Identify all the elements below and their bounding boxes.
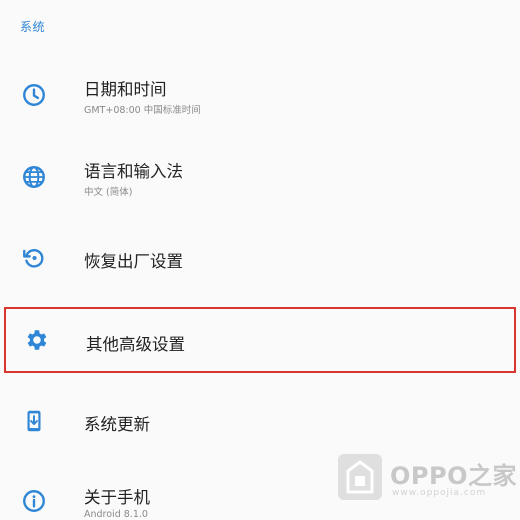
restore-icon	[21, 245, 47, 271]
watermark: OPPO之家 www.oppojia.com	[338, 454, 516, 506]
globe-icon	[21, 164, 47, 190]
settings-item-system-update[interactable]: 系统更新	[0, 389, 520, 453]
gear-icon	[23, 327, 49, 353]
info-icon	[21, 488, 47, 514]
settings-item-title: 日期和时间	[84, 80, 167, 99]
settings-item-title: 关于手机	[84, 488, 150, 507]
watermark-url: www.oppojia.com	[392, 488, 487, 498]
settings-item-factory-reset[interactable]: 恢复出厂设置	[0, 226, 520, 290]
settings-item-title: 恢复出厂设置	[84, 252, 183, 271]
settings-item-summary: GMT+08:00 中国标准时间	[84, 105, 201, 116]
settings-item-advanced[interactable]: 其他高级设置	[4, 307, 516, 373]
watermark-logo-icon	[338, 454, 382, 500]
settings-item-date-time[interactable]: 日期和时间 GMT+08:00 中国标准时间	[0, 62, 520, 126]
settings-item-summary: 中文 (简体)	[84, 187, 133, 198]
settings-item-title: 系统更新	[84, 415, 150, 434]
settings-item-title: 其他高级设置	[86, 335, 185, 354]
watermark-brand: OPPO之家	[390, 462, 517, 490]
section-header: 系统	[20, 20, 46, 34]
clock-icon	[21, 82, 47, 108]
settings-item-summary: Android 8.1.0	[84, 509, 148, 520]
settings-item-title: 语言和输入法	[84, 162, 183, 181]
system-update-icon	[21, 408, 47, 434]
settings-item-language-input[interactable]: 语言和输入法 中文 (简体)	[0, 144, 520, 208]
